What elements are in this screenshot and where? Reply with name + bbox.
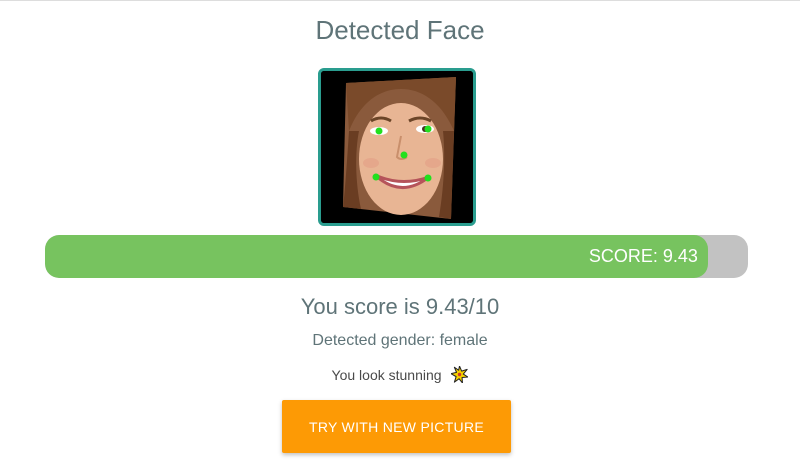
score-bar-fill: SCORE: 9.43 (45, 235, 708, 278)
page-title: Detected Face (315, 15, 485, 45)
landmark-left-eye (375, 127, 383, 135)
compliment-line: You look stunning (0, 365, 800, 386)
score-text: You score is 9.43/10 (300, 294, 500, 319)
compliment-text: You look stunning (331, 367, 442, 383)
landmark-nose (400, 151, 408, 159)
score-bar-label: SCORE: 9.43 (588, 246, 698, 266)
try-new-picture-button[interactable]: TRY WITH NEW PICTURE (282, 400, 511, 453)
gender-text: Detected gender: female (312, 332, 488, 349)
landmark-right-eye (424, 125, 432, 133)
detected-face-image (318, 68, 476, 226)
score-bar: SCORE: 9.43 (45, 235, 748, 278)
face-photo (321, 71, 473, 223)
landmark-mouth-right (424, 174, 432, 182)
sparkle-icon (450, 365, 469, 386)
landmark-mouth-left (372, 173, 380, 181)
result-page: Detected Face SCORE: 9.43 You score is 9… (0, 0, 800, 460)
